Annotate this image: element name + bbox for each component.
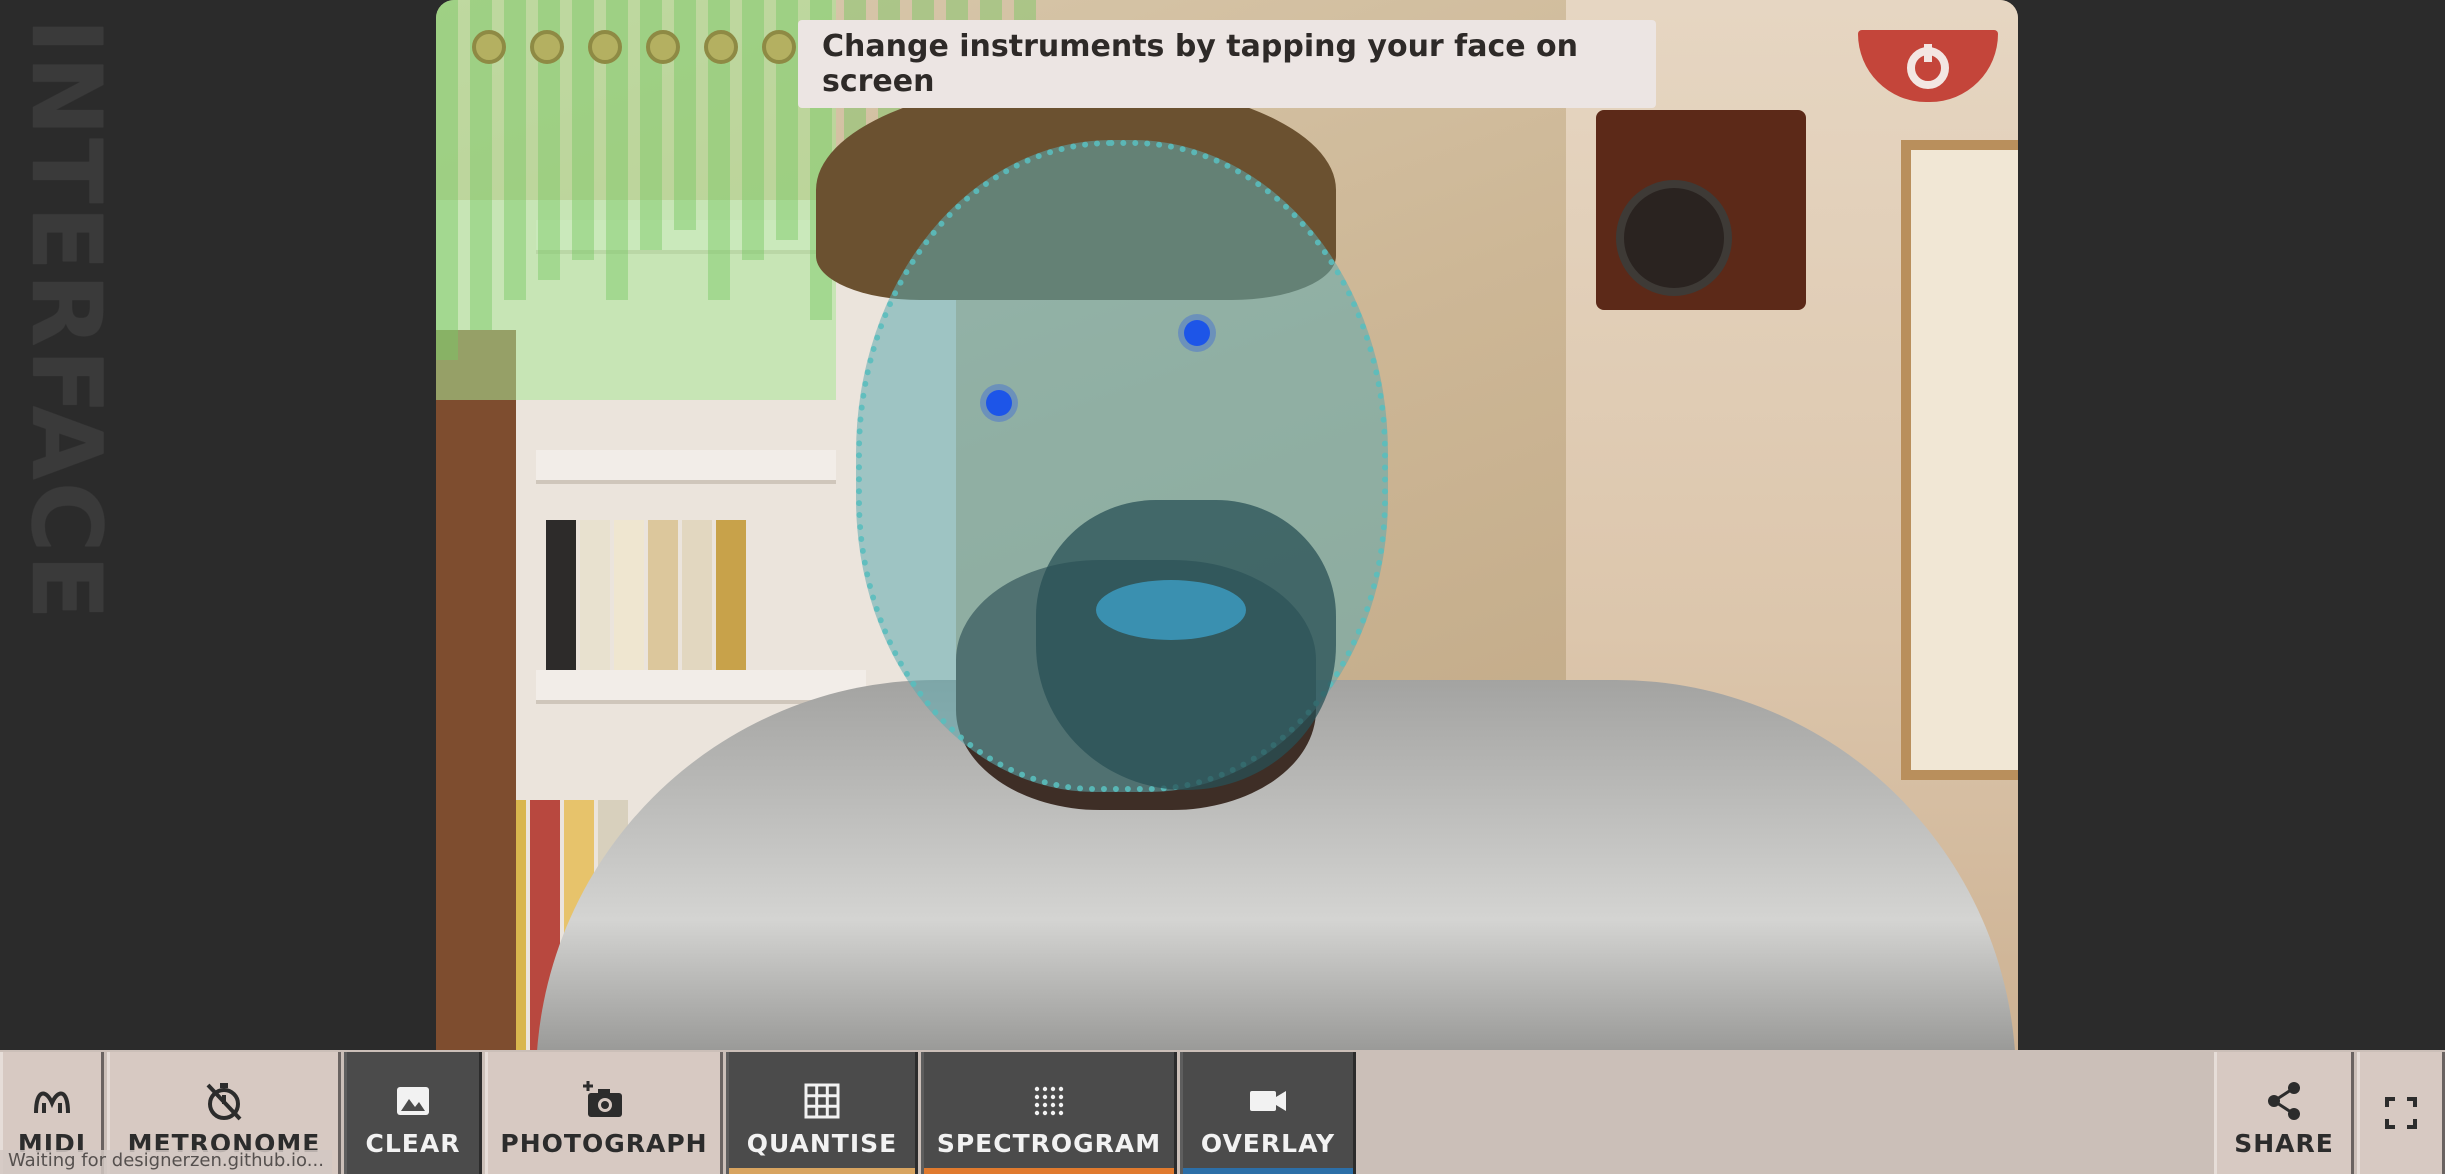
overlay-button[interactable]: OVERLAY xyxy=(1180,1052,1356,1174)
right-eye-marker xyxy=(1184,320,1210,346)
share-icon xyxy=(2268,1082,2300,1120)
share-label: SHARE xyxy=(2234,1129,2334,1158)
spectrogram-label: SPECTROGRAM xyxy=(936,1129,1162,1158)
quantise-button[interactable]: QUANTISE xyxy=(726,1052,918,1174)
metronome-off-icon xyxy=(206,1083,242,1121)
share-button[interactable]: SHARE xyxy=(2214,1052,2354,1174)
add-camera-icon xyxy=(583,1081,622,1117)
video-camera-icon xyxy=(1250,1091,1286,1111)
clear-label: CLEAR xyxy=(365,1129,461,1158)
brand-text: INTERFACE xyxy=(10,18,122,622)
beard xyxy=(1036,500,1336,790)
mouth xyxy=(1096,580,1246,640)
image-icon xyxy=(397,1087,429,1115)
fullscreen-button[interactable] xyxy=(2357,1052,2445,1174)
spectrogram-button[interactable]: SPECTROGRAM xyxy=(921,1052,1177,1174)
door xyxy=(436,330,516,1050)
status-bar: Waiting for designerzen.github.io... xyxy=(0,1150,332,1174)
photograph-button[interactable]: PHOTOGRAPH xyxy=(485,1052,723,1174)
overlay-label: OVERLAY xyxy=(1200,1129,1336,1158)
camera-view[interactable] xyxy=(436,0,2018,1050)
quantise-label: QUANTISE xyxy=(746,1129,898,1158)
midi-icon xyxy=(34,1091,70,1114)
left-eye-marker xyxy=(986,390,1012,416)
instruction-text: Change instruments by tapping your face … xyxy=(822,29,1579,99)
brand-wordmark: INTERFACE xyxy=(10,18,122,628)
grid-icon xyxy=(804,1083,840,1119)
spectrogram-accent xyxy=(924,1168,1174,1174)
photograph-label: PHOTOGRAPH xyxy=(500,1129,708,1158)
clear-button[interactable]: CLEAR xyxy=(344,1052,482,1174)
speaker xyxy=(1596,110,1806,310)
beat-indicator-dots xyxy=(472,30,854,64)
instruction-banner: Change instruments by tapping your face … xyxy=(798,20,1656,108)
status-text: Waiting for designerzen.github.io... xyxy=(8,1150,324,1171)
quantise-accent xyxy=(729,1168,915,1174)
poster xyxy=(1901,140,2018,780)
dots-grid-icon xyxy=(1034,1086,1064,1116)
fullscreen-icon xyxy=(2385,1097,2417,1129)
overlay-accent xyxy=(1183,1168,1353,1174)
logo-icon xyxy=(1907,44,1949,89)
